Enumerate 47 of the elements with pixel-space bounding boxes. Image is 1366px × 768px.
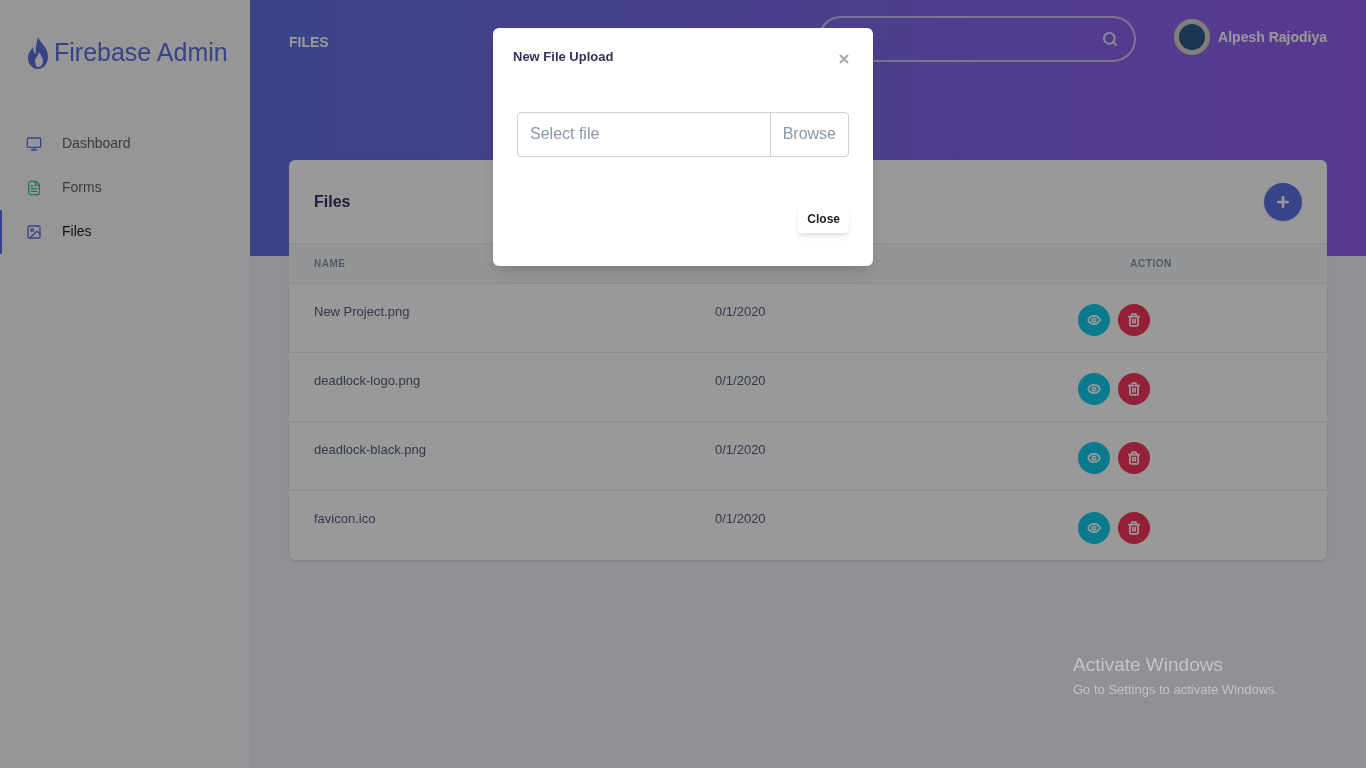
user-avatar: [1174, 19, 1211, 55]
file-field[interactable]: Select file Browse: [517, 111, 849, 157]
view-button[interactable]: [1078, 511, 1110, 544]
dialog-title: New File Upload: [513, 48, 614, 66]
document-icon: [26, 179, 42, 196]
flame-logo-icon: [26, 36, 50, 69]
file-name: deadlock-black.png: [314, 441, 428, 459]
upload-date: 0/1/2020: [715, 372, 767, 390]
upload-date: 0/1/2020: [715, 303, 767, 321]
column-header: NAME: [314, 257, 347, 271]
close-icon-button[interactable]: [837, 52, 851, 66]
sidebar-item[interactable]: Dashboard: [0, 121, 250, 166]
file-name: deadlock-logo.png: [314, 372, 422, 390]
view-button[interactable]: [1078, 304, 1110, 336]
eye-icon: [1087, 313, 1101, 327]
eye-icon: [1087, 520, 1101, 535]
delete-button[interactable]: [1118, 511, 1150, 544]
browse-button[interactable]: Browse: [769, 112, 848, 156]
page-title: FILES: [289, 33, 329, 52]
add-button[interactable]: [1264, 182, 1302, 221]
card-title: Files: [314, 191, 351, 212]
eye-icon: [1087, 382, 1101, 396]
trash-icon: [1127, 520, 1141, 535]
close-button[interactable]: Close: [798, 204, 849, 233]
trash-icon: [1127, 382, 1141, 396]
plus-icon: [1275, 193, 1291, 210]
file-input[interactable]: Select file: [518, 112, 770, 156]
delete-button[interactable]: [1118, 304, 1150, 336]
user-name[interactable]: Alpesh Rajodiya: [1218, 26, 1327, 48]
brand-name: Firebase Admin: [54, 37, 228, 68]
image-icon: [26, 223, 42, 240]
file-name: favicon.ico: [314, 510, 377, 528]
upload-date: 0/1/2020: [715, 510, 767, 528]
trash-icon: [1127, 313, 1141, 327]
delete-button[interactable]: [1118, 442, 1150, 474]
trash-icon: [1127, 451, 1141, 465]
close-icon: [837, 52, 851, 66]
file-name: New Project.png: [314, 303, 411, 321]
delete-button[interactable]: [1118, 373, 1150, 405]
view-button[interactable]: [1078, 442, 1110, 474]
eye-icon: [1087, 451, 1101, 465]
monitor-icon: [26, 135, 42, 152]
view-button[interactable]: [1078, 373, 1110, 405]
search-icon: [1102, 31, 1119, 47]
sidebar-item[interactable]: Forms: [0, 165, 250, 210]
upload-date: 0/1/2020: [715, 441, 767, 459]
column-header: ACTION: [1129, 257, 1173, 271]
